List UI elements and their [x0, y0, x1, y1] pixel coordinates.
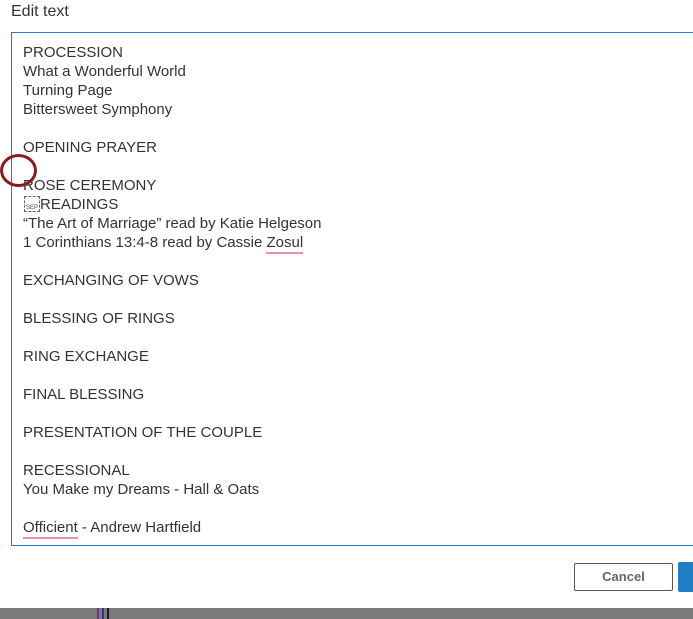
text-line[interactable]: PROCESSION — [23, 43, 123, 62]
text-line[interactable]: RING EXCHANGE — [23, 347, 149, 366]
dialog-title: Edit text — [11, 3, 69, 20]
cancel-button[interactable]: Cancel — [574, 563, 673, 591]
text-line[interactable]: RECESSIONAL — [23, 461, 130, 480]
text-line[interactable]: BLESSING OF RINGS — [23, 309, 175, 328]
save-button[interactable] — [678, 562, 693, 592]
text-line[interactable]: 1 Corinthians 13:4-8 read by Cassie Zosu… — [23, 233, 304, 254]
text-segment: 1 Corinthians 13:4-8 read by Cassie — [23, 234, 267, 251]
text-line[interactable]: PRESENTATION OF THE COUPLE — [23, 423, 262, 442]
misspelled-word[interactable]: Officient — [23, 519, 78, 539]
text-line[interactable]: What a Wonderful World — [23, 62, 186, 81]
taskbar-divider — [107, 608, 109, 619]
text-line[interactable]: READINGS — [40, 195, 118, 214]
edit-text-dialog: Edit text PROCESSION What a Wonderful Wo… — [0, 0, 693, 608]
text-line[interactable]: EXCHANGING OF VOWS — [23, 271, 199, 290]
text-line[interactable]: You Make my Dreams - Hall & Oats — [23, 480, 259, 499]
text-line[interactable]: Officient - Andrew Hartfield — [23, 518, 202, 539]
text-line[interactable]: “The Art of Marriage” read by Katie Helg… — [23, 214, 321, 233]
text-line[interactable]: OPENING PRAYER — [23, 138, 157, 157]
misspelled-word[interactable]: Zosul — [266, 234, 304, 254]
text-line[interactable]: Bittersweet Symphony — [23, 100, 172, 119]
taskbar-divider — [102, 608, 104, 619]
text-segment: - Andrew Hartfield — [77, 519, 202, 536]
annotation-circle — [0, 154, 37, 187]
taskbar-divider — [97, 608, 99, 619]
text-line[interactable]: ROSE CEREMONY — [23, 176, 156, 195]
text-line[interactable]: FINAL BLESSING — [23, 385, 144, 404]
text-line[interactable]: Turning Page — [23, 81, 113, 100]
text-editor[interactable]: PROCESSION What a Wonderful World Turnin… — [11, 32, 693, 546]
separator-placeholder-icon[interactable]: SEP — [24, 196, 40, 212]
